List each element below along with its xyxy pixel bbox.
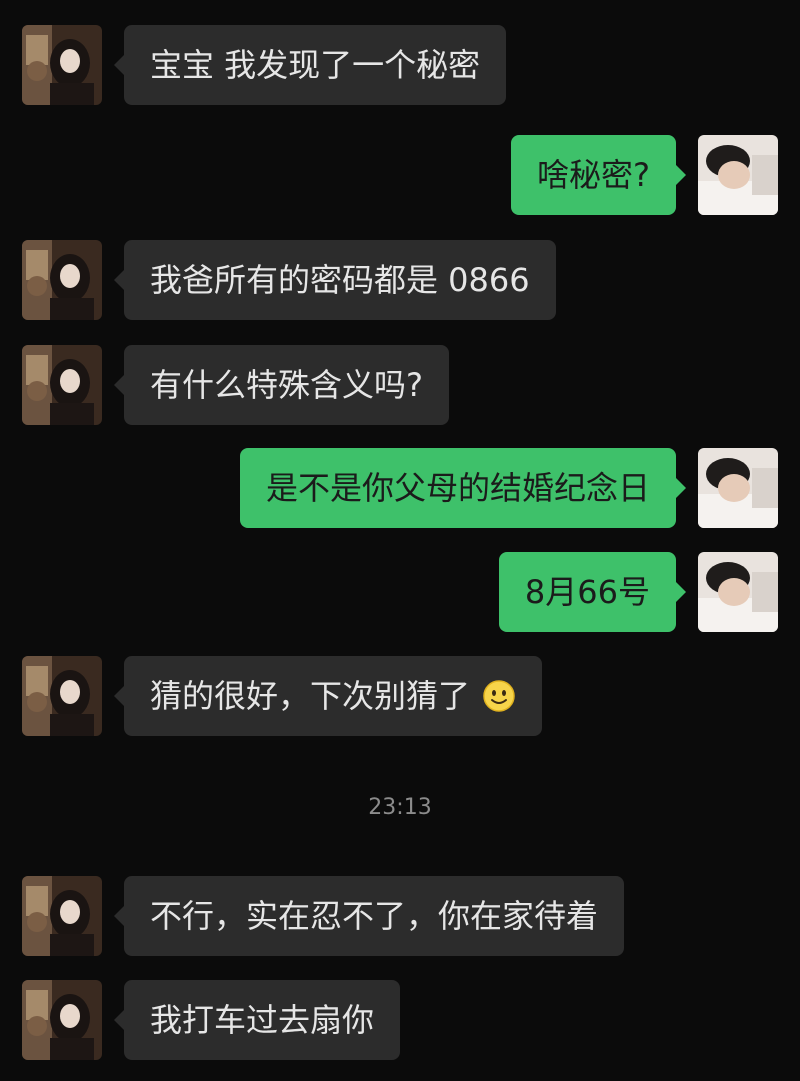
message-row: 我爸所有的密码都是 0866	[22, 240, 556, 320]
message-text: 我爸所有的密码都是 0866	[150, 261, 530, 299]
contact-avatar[interactable]	[22, 876, 102, 956]
incoming-message-bubble[interactable]: 猜的很好，下次别猜了	[113, 656, 543, 736]
message-row: 宝宝 我发现了一个秘密	[22, 25, 507, 105]
incoming-message-bubble[interactable]: 有什么特殊含义吗?	[114, 345, 449, 425]
message-row: 猜的很好，下次别猜了	[22, 656, 543, 736]
smile-emoji-icon	[483, 680, 515, 712]
self-avatar[interactable]	[698, 448, 778, 528]
incoming-message-bubble[interactable]: 我打车过去扇你	[113, 980, 401, 1060]
message-row: 是不是你父母的结婚纪念日	[239, 448, 778, 528]
message-text: 有什么特殊含义吗?	[150, 366, 423, 404]
self-avatar[interactable]	[698, 135, 778, 215]
chat-area: 宝宝 我发现了一个秘密 啥秘密? 我爸所有的密码都是 0866 有什么特殊含义吗…	[0, 0, 800, 1081]
outgoing-message-bubble[interactable]: 是不是你父母的结婚纪念日	[239, 448, 687, 528]
message-row: 啥秘密?	[511, 135, 778, 215]
contact-avatar[interactable]	[22, 980, 102, 1060]
incoming-message-bubble[interactable]: 不行，实在忍不了，你在家待着	[113, 876, 625, 956]
message-text: 不行，实在忍不了，你在家待着	[150, 897, 599, 935]
message-timestamp: 23:13	[368, 795, 432, 820]
outgoing-message-bubble[interactable]: 啥秘密?	[511, 135, 686, 215]
contact-avatar[interactable]	[22, 25, 102, 105]
incoming-message-bubble[interactable]: 宝宝 我发现了一个秘密	[113, 25, 507, 105]
message-row: 我打车过去扇你	[22, 980, 401, 1060]
contact-avatar[interactable]	[22, 345, 102, 425]
contact-avatar[interactable]	[22, 656, 102, 736]
message-row: 8月66号	[498, 552, 778, 632]
message-text: 我打车过去扇你	[150, 1001, 375, 1039]
outgoing-message-bubble[interactable]: 8月66号	[498, 552, 687, 632]
message-text: 啥秘密?	[537, 156, 650, 194]
message-text: 8月66号	[524, 573, 650, 611]
message-row: 有什么特殊含义吗?	[22, 345, 449, 425]
incoming-message-bubble[interactable]: 我爸所有的密码都是 0866	[114, 240, 556, 320]
message-text: 猜的很好，下次别猜了	[150, 677, 471, 715]
message-text: 宝宝 我发现了一个秘密	[150, 46, 481, 84]
message-text: 是不是你父母的结婚纪念日	[265, 469, 650, 507]
message-row: 不行，实在忍不了，你在家待着	[22, 876, 625, 956]
self-avatar[interactable]	[698, 552, 778, 632]
contact-avatar[interactable]	[22, 240, 102, 320]
